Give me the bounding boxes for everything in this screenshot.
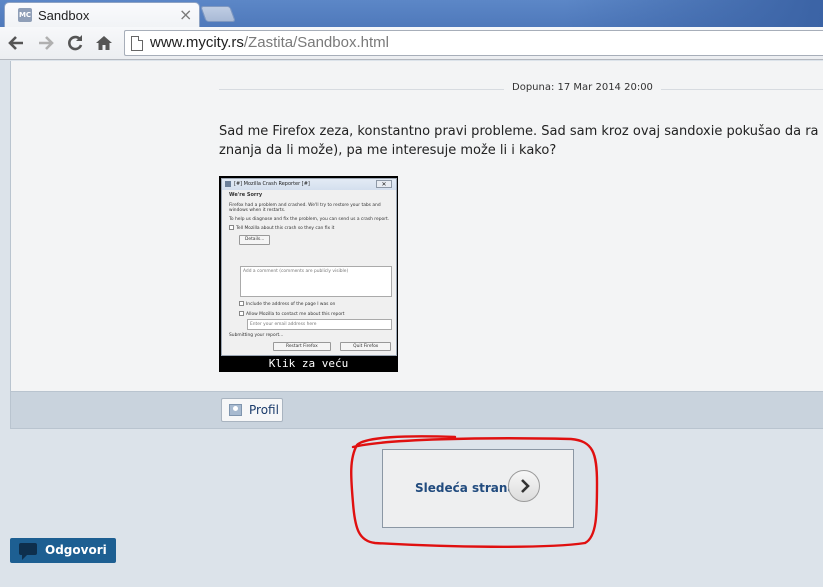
- crash-dialog-title: [#] Mozilla Crash Reporter [#]: [234, 181, 310, 187]
- crash-dialog-body: We're Sorry Firefox had a problem and cr…: [229, 192, 393, 248]
- crash-dialog-text: windows when it restarts.: [229, 208, 286, 214]
- app-icon: [225, 181, 231, 187]
- address-bar[interactable]: www.mycity.rs/Zastita/Sandbox.html: [124, 30, 823, 56]
- restart-button: Restart Firefox: [273, 341, 331, 352]
- back-arrow-icon[interactable]: [4, 31, 28, 55]
- forum-post: Dopuna: 17 Mar 2014 20:00 Sad me Firefox…: [10, 61, 823, 428]
- crash-dialog-option-label: Include the address of the page I was on: [246, 302, 336, 307]
- details-button: Details...: [239, 234, 271, 245]
- profile-label: Profil: [249, 403, 279, 417]
- new-tab-button[interactable]: [200, 6, 236, 22]
- crash-reporter-screenshot: [#] Mozilla Crash Reporter [#] ✕ We're S…: [221, 178, 397, 356]
- url-path: /Zastita/Sandbox.html: [243, 34, 389, 51]
- url-text[interactable]: www.mycity.rs/Zastita/Sandbox.html: [150, 34, 389, 51]
- crash-dialog-buttons: Restart Firefox Quit Firefox: [229, 341, 393, 352]
- checkbox-icon: [239, 310, 244, 316]
- post-edit-date: Dopuna: 17 Mar 2014 20:00: [504, 82, 661, 93]
- post-footer: Profil: [10, 391, 823, 429]
- post-body-line: znanja da li može), pa me interesuje mož…: [219, 143, 557, 158]
- crash-dialog-option: Tell Mozilla about this crash so they ca…: [229, 225, 393, 232]
- profile-button[interactable]: Profil: [221, 398, 283, 422]
- reply-label: Odgovori: [45, 543, 107, 557]
- post-body: Sad me Firefox zeza, konstantno pravi pr…: [219, 122, 823, 160]
- favicon-icon: MC: [18, 8, 32, 22]
- enlarge-image-caption[interactable]: Klik za veću: [220, 356, 397, 371]
- crash-dialog-option-label: Tell Mozilla about this crash so they ca…: [236, 226, 335, 232]
- crash-dialog-row: Details...: [229, 234, 393, 245]
- checkbox-icon: [229, 225, 234, 231]
- tab-title: Sandbox: [38, 8, 90, 23]
- profile-icon: [229, 404, 242, 416]
- comment-field: Add a comment (comments are publicly vis…: [240, 266, 392, 297]
- speech-bubble-icon: [19, 543, 37, 560]
- crash-dialog-titlebar: [#] Mozilla Crash Reporter [#] ✕: [222, 179, 396, 190]
- tab-strip: MC Sandbox ×: [0, 0, 823, 27]
- url-host: www.mycity.rs: [150, 34, 244, 51]
- close-icon: ✕: [376, 180, 392, 188]
- attached-image-thumbnail[interactable]: [#] Mozilla Crash Reporter [#] ✕ We're S…: [219, 176, 398, 372]
- quit-button: Quit Firefox: [340, 341, 392, 352]
- crash-dialog-option: Include the address of the page I was on: [229, 301, 393, 308]
- crash-dialog-option-label: Allow Mozilla to contact me about this r…: [246, 311, 345, 317]
- crash-dialog-status: Submitting your report...: [229, 333, 284, 338]
- crash-dialog-footer: Submitting your report... Restart Firefo…: [229, 333, 393, 352]
- post-body-line: Sad me Firefox zeza, konstantno pravi pr…: [219, 124, 819, 139]
- red-highlight-circle: [350, 435, 599, 548]
- crash-dialog-options: Include the address of the page I was on…: [229, 301, 393, 320]
- crash-dialog-option: Allow Mozilla to contact me about this r…: [229, 310, 393, 318]
- forum-page: Dopuna: 17 Mar 2014 20:00 Sad me Firefox…: [0, 61, 823, 587]
- close-tab-icon[interactable]: ×: [179, 5, 192, 24]
- reply-button[interactable]: Odgovori: [10, 538, 116, 563]
- browser-tab[interactable]: MC Sandbox ×: [4, 2, 200, 27]
- reload-icon[interactable]: [63, 31, 87, 55]
- home-icon[interactable]: [92, 31, 116, 55]
- crash-dialog-heading: We're Sorry: [229, 192, 263, 198]
- email-field: Enter your email address here: [247, 319, 392, 330]
- browser-toolbar: www.mycity.rs/Zastita/Sandbox.html: [0, 27, 823, 60]
- checkbox-icon: [239, 301, 244, 306]
- forward-arrow-icon[interactable]: [34, 31, 58, 55]
- page-icon: [131, 36, 143, 51]
- crash-dialog-text: To help us diagnose and fix the problem,…: [229, 216, 390, 222]
